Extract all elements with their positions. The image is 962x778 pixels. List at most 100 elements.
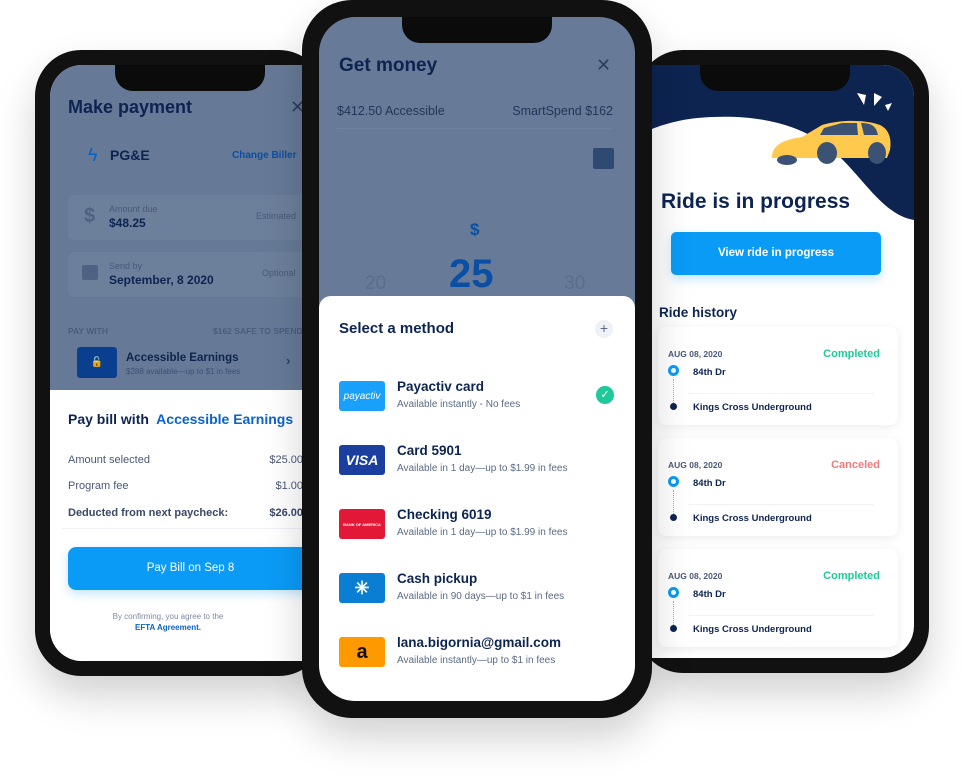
- sheet-title-prefix: Pay bill with: [68, 411, 149, 427]
- summary-row: Deducted from next paycheck: $26.00: [68, 507, 303, 519]
- biller-name: PG&E: [110, 147, 150, 163]
- dropoff-dot-icon: [670, 403, 677, 410]
- check-icon: ✓: [596, 386, 614, 404]
- ride-to: Kings Cross Underground: [693, 624, 812, 635]
- method-row[interactable]: a lana.bigornia@gmail.com Available inst…: [319, 633, 635, 683]
- pickup-dot-icon: [668, 587, 679, 598]
- visa-icon: VISA: [339, 445, 385, 475]
- method-sub: Available instantly—up to $1 in fees: [397, 655, 556, 666]
- method-row[interactable]: payactiv Payactiv card Available instant…: [319, 377, 635, 427]
- row-label: Amount selected: [68, 454, 150, 466]
- method-row[interactable]: ✳ Cash pickup Available in 90 days—up to…: [319, 569, 635, 619]
- method-title: Checking 6019: [397, 507, 492, 522]
- amount-due-field[interactable]: $ Amount due $48.25 Estimated: [68, 195, 308, 240]
- ride-card[interactable]: AUG 08, 2020 Completed 84th Dr Kings Cro…: [658, 327, 898, 425]
- dropoff-dot-icon: [670, 514, 677, 521]
- pickup-dot-icon: [668, 365, 679, 376]
- confirm-note: By confirming, you agree to the: [112, 612, 224, 621]
- ride-date: AUG 08, 2020: [668, 460, 723, 470]
- ride-status: Canceled: [831, 459, 880, 471]
- ride-status-title: Ride is in progress: [661, 190, 851, 213]
- optional-tag: Optional: [262, 268, 296, 278]
- view-ride-button[interactable]: View ride in progress: [671, 232, 881, 275]
- pickup-dot-icon: [668, 476, 679, 487]
- route-line: [673, 601, 674, 625]
- amount-due-value: $48.25: [109, 216, 146, 230]
- send-by-date: September, 8 2020: [109, 273, 214, 287]
- method-sub: Available in 1 day—up to $1.99 in fees: [397, 463, 568, 474]
- change-biller-link[interactable]: Change Biller: [232, 150, 296, 161]
- dollar-icon: $: [84, 205, 96, 227]
- ride-status: Completed: [823, 348, 880, 360]
- row-label: Program fee: [68, 480, 129, 492]
- pay-with-label: PAY WITH: [68, 326, 108, 336]
- make-payment-screen: Make payment ✕ ϟ PG&E Change Biller $ Am…: [50, 65, 325, 661]
- bank-of-america-icon: BANK OF AMERICA: [339, 509, 385, 539]
- car-illustration: [772, 120, 891, 165]
- source-sub: $288 available—up to $1 in fees: [126, 367, 241, 376]
- amount-selected[interactable]: 25: [449, 252, 494, 297]
- sheet-title-source: Accessible Earnings: [156, 411, 294, 427]
- get-money-screen: Get money ✕ $412.50 Accessible SmartSpen…: [319, 17, 635, 701]
- bolt-icon: ϟ: [88, 145, 98, 165]
- calendar-icon: [82, 265, 98, 280]
- route-line: [673, 379, 674, 403]
- method-sub: Available in 90 days—up to $1 in fees: [397, 591, 565, 602]
- ride-screen: Ride is in progress View ride in progres…: [652, 65, 914, 658]
- send-by-label: Send by: [109, 261, 143, 271]
- amount-prev[interactable]: 20: [365, 273, 386, 295]
- row-label: Deducted from next paycheck:: [68, 507, 229, 519]
- ride-history-title: Ride history: [659, 305, 738, 320]
- ride-card[interactable]: AUG 08, 2020 Completed 84th Dr Kings Cro…: [658, 549, 898, 647]
- close-icon[interactable]: ✕: [596, 55, 611, 76]
- route-line: [673, 490, 674, 514]
- divider: [688, 504, 874, 505]
- method-title: lana.bigornia@gmail.com: [397, 635, 561, 650]
- method-title: Card 5901: [397, 443, 462, 458]
- method-sub: Available instantly - No fees: [397, 399, 521, 410]
- amazon-icon: a: [339, 637, 385, 667]
- ride-date: AUG 08, 2020: [668, 571, 723, 581]
- add-method-icon[interactable]: +: [595, 320, 613, 338]
- pay-bill-button[interactable]: Pay Bill on Sep 8: [68, 547, 313, 590]
- source-title: Accessible Earnings: [126, 352, 239, 364]
- ride-date: AUG 08, 2020: [668, 349, 723, 359]
- divider: [337, 128, 612, 129]
- ride-to: Kings Cross Underground: [693, 513, 812, 524]
- chevron-right-icon: ›: [286, 353, 291, 368]
- page-title: Make payment: [68, 97, 193, 117]
- safe-to-spend: $162 SAFE TO SPEND: [213, 326, 303, 336]
- divider: [688, 615, 874, 616]
- method-row[interactable]: VISA Card 5901 Available in 1 day—up to …: [319, 441, 635, 491]
- summary-row: Amount selected $25.00: [68, 454, 303, 466]
- ride-from: 84th Dr: [693, 367, 726, 378]
- pay-bill-sheet: Pay bill with Accessible Earnings Amount…: [50, 390, 325, 661]
- page-title: Get money: [339, 55, 438, 76]
- select-method-sheet: Select a method + payactiv Payactiv card…: [319, 296, 635, 701]
- accessible-balance: $412.50 Accessible: [337, 104, 445, 118]
- amount-due-label: Amount due: [109, 204, 158, 214]
- row-value: $25.00: [269, 454, 303, 466]
- method-title: Payactiv card: [397, 379, 485, 394]
- amount-next[interactable]: 30: [564, 273, 585, 295]
- ride-card[interactable]: AUG 08, 2020 Canceled 84th Dr Kings Cros…: [658, 438, 898, 536]
- divider: [688, 393, 874, 394]
- ride-status: Completed: [823, 570, 880, 582]
- currency-symbol: $: [470, 220, 480, 239]
- send-by-field[interactable]: Send by September, 8 2020 Optional: [68, 252, 308, 297]
- center-phone: Get money ✕ $412.50 Accessible SmartSpen…: [302, 0, 652, 718]
- row-value: $26.00: [269, 507, 303, 519]
- efta-link[interactable]: EFTA Agreement.: [68, 623, 268, 632]
- summary-row: Program fee $1.00: [68, 480, 303, 492]
- keypad-icon[interactable]: [593, 148, 614, 169]
- sheet-title: Pay bill with Accessible Earnings: [68, 411, 293, 427]
- ride-from: 84th Dr: [693, 589, 726, 600]
- payactiv-icon: payactiv: [339, 381, 385, 411]
- dropoff-dot-icon: [670, 625, 677, 632]
- pay-source-row[interactable]: 🔓 Accessible Earnings $288 available—up …: [68, 343, 308, 383]
- ride-from: 84th Dr: [693, 478, 726, 489]
- method-row[interactable]: BANK OF AMERICA Checking 6019 Available …: [319, 505, 635, 555]
- walmart-icon: ✳: [339, 573, 385, 603]
- smartspend-balance: SmartSpend $162: [512, 104, 613, 118]
- left-phone: Make payment ✕ ϟ PG&E Change Biller $ Am…: [35, 50, 325, 676]
